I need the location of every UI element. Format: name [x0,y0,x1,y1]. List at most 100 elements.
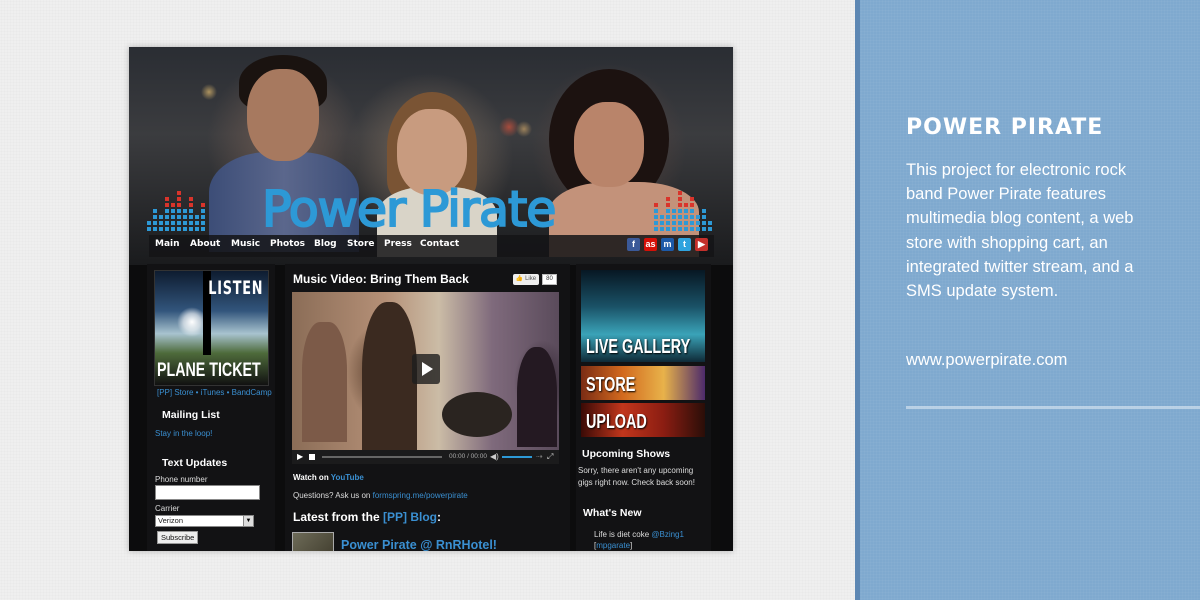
blog-heading-suffix: : [437,510,442,524]
equalizer-cell [165,203,169,207]
equalizer-cell [201,203,205,207]
nav-photos[interactable]: Photos [270,239,305,249]
equalizer-cell [177,221,181,225]
equalizer-cell [672,191,676,195]
nav-contact[interactable]: Contact [420,239,459,249]
carrier-select[interactable]: Verizon ▼ [155,515,254,527]
equalizer-cell [183,221,187,225]
equalizer-left-icon [147,191,205,231]
equalizer-cell [702,203,706,207]
store-links[interactable]: [PP] Store • iTunes • BandCamp [157,388,272,397]
right-sidebar: LIVE GALLERY STORE UPLOAD Upcoming Shows… [576,264,711,551]
video-drum-kit [442,392,512,437]
nav-press[interactable]: Press [384,239,412,249]
divider-line [906,406,1200,409]
popout-icon[interactable]: ⇢ [536,452,543,461]
equalizer-cell [654,209,658,213]
site-logo[interactable]: Power Pirate Power Pirate [147,180,712,239]
equalizer-cell [702,191,706,195]
equalizer-cell [171,227,175,231]
volume-slider[interactable] [502,456,532,458]
equalizer-cell [702,209,706,213]
equalizer-right-icon [654,191,712,231]
youtube-icon[interactable]: ▶ [695,238,708,251]
formspring-link[interactable]: formspring.me/powerpirate [373,491,468,500]
tweet-tag-link[interactable]: mpgarate [596,541,630,550]
nav-blog[interactable]: Blog [314,239,337,249]
tweet-user-link[interactable]: @Bzing1 [651,530,684,539]
twitter-icon[interactable]: t [678,238,691,251]
volume-icon[interactable]: ◀) [490,452,499,461]
upload-tile-label: UPLOAD [586,411,647,433]
equalizer-cell [660,191,664,195]
equalizer-cell [660,227,664,231]
equalizer-cell [708,215,712,219]
nav-about[interactable]: About [190,239,220,249]
myspace-icon[interactable]: m [661,238,674,251]
youtube-link[interactable]: YouTube [331,473,364,482]
project-title: POWER PIRATE [906,115,1104,140]
stop-icon[interactable] [309,454,315,460]
nav-store[interactable]: Store [347,239,375,249]
live-gallery-tile[interactable]: LIVE GALLERY [581,270,705,362]
equalizer-cell [195,221,199,225]
upcoming-shows-text: Sorry, there aren't any upcoming gigs ri… [578,466,695,487]
website-screenshot: Power Pirate Power Pirate Main About Mus… [129,47,733,551]
phone-number-input[interactable] [155,485,260,500]
fullscreen-icon[interactable]: ⤢ [547,452,553,462]
project-description: This project for electronic rock band Po… [906,161,1134,301]
store-tile[interactable]: STORE [581,366,705,400]
equalizer-cell [201,215,205,219]
equalizer-cell [183,191,187,195]
equalizer-cell [708,227,712,231]
play-icon[interactable] [412,354,440,384]
blog-post-title[interactable]: Power Pirate @ RnRHotel! [341,538,497,551]
questions-prefix: Questions? Ask us on [293,491,373,500]
equalizer-cell [666,197,670,201]
like-count: 80 [542,274,557,285]
equalizer-cell [147,215,151,219]
tweet-item: Life is diet coke @Bzing1 [mpgarate] [594,530,684,550]
video-player[interactable] [292,292,559,452]
equalizer-cell [147,203,151,207]
play-small-icon[interactable]: ▶ [297,452,303,461]
blog-heading: Latest from the [PP] Blog: [293,510,441,524]
equalizer-cell [177,197,181,201]
equalizer-cell [201,191,205,195]
blog-post-thumbnail[interactable] [292,532,334,551]
equalizer-cell [189,203,193,207]
equalizer-cell [153,191,157,195]
blog-link[interactable]: [PP] Blog [383,510,437,524]
equalizer-cell [666,227,670,231]
equalizer-cell [696,197,700,201]
seek-bar[interactable] [322,456,442,458]
like-button[interactable]: 👍 Like [513,274,539,285]
plane-ticket-promo[interactable]: LISTEN PLANE TICKET [154,270,269,386]
mailing-list-link[interactable]: Stay in the loop! [155,429,212,438]
questions-line: Questions? Ask us on formspring.me/power… [293,491,468,500]
equalizer-cell [147,191,151,195]
equalizer-cell [672,227,676,231]
watch-on-line: Watch on YouTube [293,473,364,482]
equalizer-cell [195,203,199,207]
video-controls: ▶ 00:00 / 00:00 ◀) ⇢ ⤢ [292,450,559,464]
project-url[interactable]: www.powerpirate.com [906,351,1067,370]
upload-tile[interactable]: UPLOAD [581,403,705,437]
equalizer-cell [189,197,193,201]
equalizer-cell [159,209,163,213]
equalizer-cell [165,221,169,225]
facebook-icon[interactable]: f [627,238,640,251]
nav-music[interactable]: Music [231,239,260,249]
equalizer-cell [666,191,670,195]
equalizer-cell [696,203,700,207]
nav-main[interactable]: Main [155,239,180,249]
lastfm-icon[interactable]: as [644,238,657,251]
equalizer-cell [690,209,694,213]
equalizer-cell [153,227,157,231]
equalizer-cell [708,203,712,207]
equalizer-cell [684,197,688,201]
equalizer-cell [690,197,694,201]
text-updates-title: Text Updates [162,457,228,469]
tweet-text: Life is diet coke [594,530,652,539]
subscribe-button[interactable]: Subscribe [157,531,199,544]
